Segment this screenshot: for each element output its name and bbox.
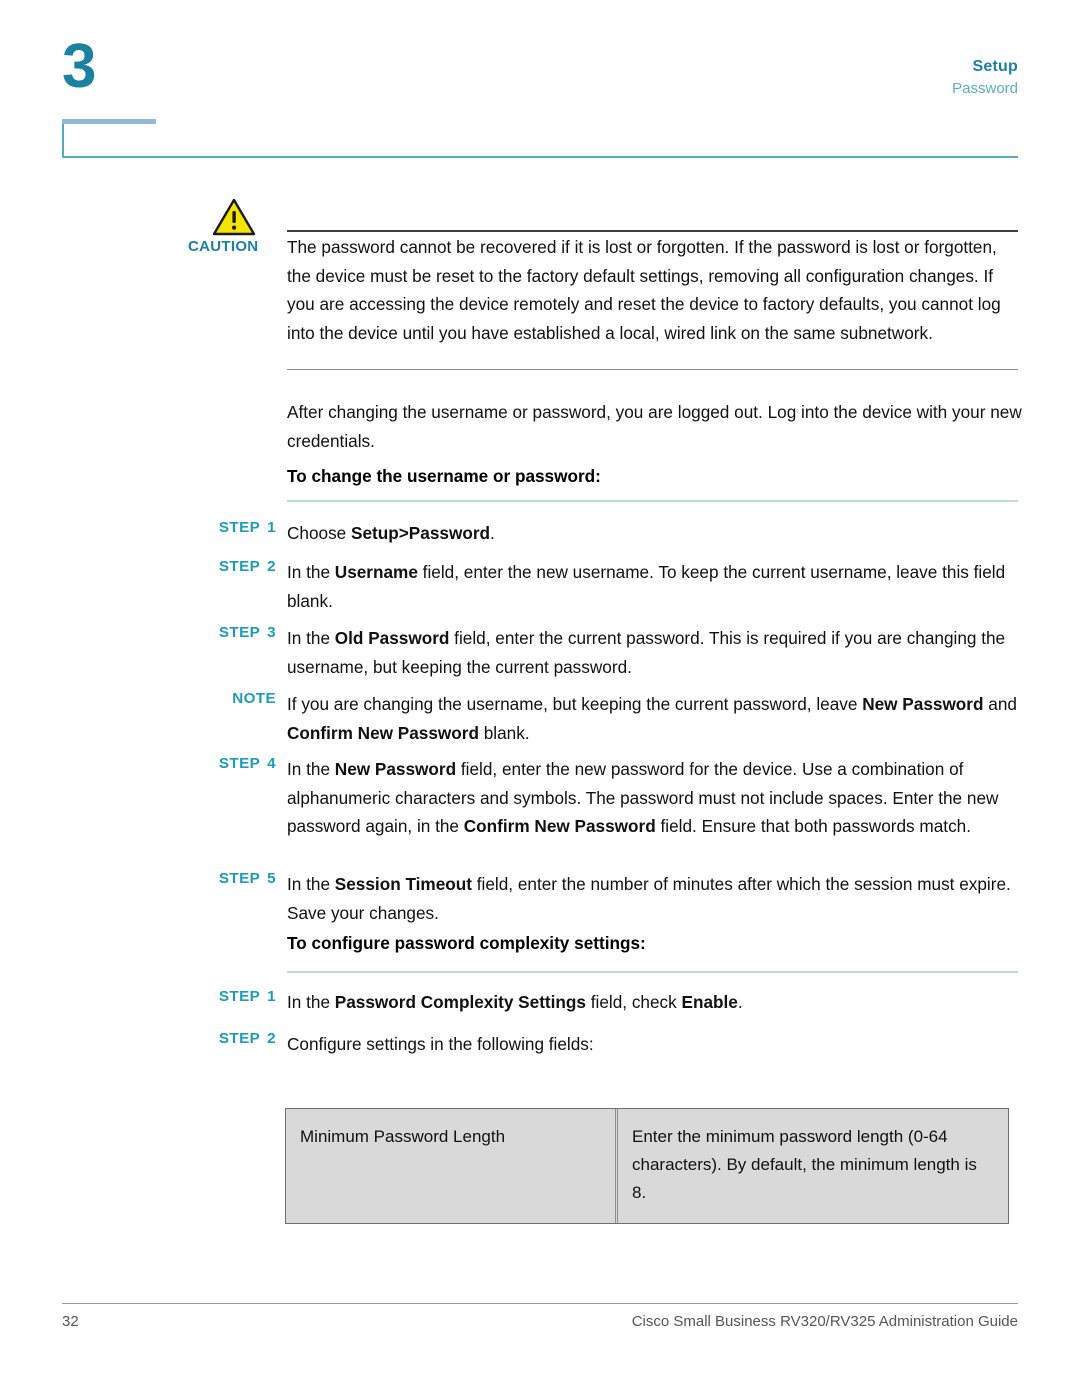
step-text-run: field. Ensure that both passwords match. [655,816,972,837]
header-vertical-rule [62,124,64,158]
step-text-run: In the [287,759,335,779]
step-number: 2 [267,1030,276,1047]
step-tag: STEP 5 [148,870,276,887]
step-tag-label: STEP [218,558,261,575]
section-2-rule [287,971,1018,973]
table-cell-field-description: Enter the minimum password length (0-64 … [618,1109,1008,1223]
step-text-emphasis: Setup>Password [351,523,491,543]
step-text: In the Username field, enter the new use… [287,558,1027,615]
header-title: Setup [972,58,1018,75]
step-text: In the Session Timeout field, enter the … [287,870,1027,927]
step-text-run: In the [287,562,335,582]
step-tag-label: STEP [218,519,261,536]
step-number: 2 [267,558,276,575]
caution-bottom-rule [287,369,1018,370]
step-number: 5 [267,870,276,887]
step-number: 1 [267,988,276,1005]
step-tag: STEP 4 [148,755,276,772]
table-row: Minimum Password Length Enter the minimum… [286,1109,1008,1223]
step-text-emphasis: Password Complexity Settings [334,992,586,1012]
header-accent-bar [62,119,156,124]
step-text: In the Old Password field, enter the cur… [287,624,1027,681]
step-text-emphasis: Username [334,562,418,582]
step-text-run: If you are changing the username, but ke… [287,694,863,714]
document-page: 3 Setup Password CAUTION The password ca… [0,0,1080,1397]
step-text-emphasis: New Password [862,694,984,714]
header-subtitle: Password [952,79,1018,97]
step-text-run: In the [287,992,335,1012]
step-tag: STEP 1 [148,988,276,1005]
step-tag-label: STEP [218,624,261,641]
step-tag: STEP 2 [148,558,276,575]
page-header: Setup Password [952,56,1018,99]
step-text-run: and [983,694,1017,714]
note-tag: NOTE [148,690,276,707]
step-text-run: . [490,523,495,543]
caution-label: CAUTION [188,238,259,255]
step-text: If you are changing the username, but ke… [287,690,1027,747]
field-description-table: Minimum Password Length Enter the minimum… [285,1108,1009,1224]
section-1-rule [287,500,1018,502]
footer-guide-title: Cisco Small Business RV320/RV325 Adminis… [631,1313,1018,1330]
step-tag-label: STEP [218,988,261,1005]
step-text-run: . [737,992,743,1012]
table-cell-field-name: Minimum Password Length [286,1109,618,1223]
intro-paragraph: After changing the username or password,… [287,402,1022,451]
step-text: Choose Setup>Password. [287,519,1027,548]
header-horizontal-rule [62,156,1018,158]
step-text-emphasis: Session Timeout [334,874,472,894]
step-tag: STEP 3 [148,624,276,641]
step-text-emphasis: Enable [681,992,738,1012]
chapter-number: 3 [62,32,96,101]
step-text-emphasis: Confirm New Password [463,816,656,837]
step-tag-label: NOTE [232,690,276,707]
section-2-heading: To configure password complexity setting… [287,933,646,953]
step-tag-label: STEP [218,755,261,772]
step-text-run: field, check [585,992,682,1012]
caution-text: The password cannot be recovered if it i… [287,237,1001,343]
step-number: 1 [267,519,276,536]
step-tag-label: STEP [218,870,261,887]
section-1-heading: To change the username or password: [287,466,601,486]
warning-triangle-icon [212,198,256,236]
step-text-run: Configure settings in the following fiel… [287,1034,594,1054]
footer-rule [62,1303,1018,1304]
step-number: 4 [267,755,276,772]
step-text-run: Choose [287,523,352,543]
step-text-emphasis: Confirm New Password [287,722,479,743]
footer-page-number: 32 [62,1313,79,1330]
step-text: In the New Password field, enter the new… [287,755,1027,841]
caution-top-rule [287,230,1018,232]
step-text-run: blank. [478,722,530,743]
step-text-run: In the [287,628,335,648]
step-tag: STEP 1 [148,519,276,536]
step-text: In the Password Complexity Settings fiel… [287,988,1027,1017]
step-number: 3 [267,624,276,641]
step-tag-label: STEP [218,1030,261,1047]
step-text-emphasis: Old Password [334,628,450,648]
step-tag: STEP 2 [148,1030,276,1047]
step-text-run: In the [287,874,335,894]
step-text: Configure settings in the following fiel… [287,1030,1027,1059]
step-text-emphasis: New Password [334,759,457,779]
